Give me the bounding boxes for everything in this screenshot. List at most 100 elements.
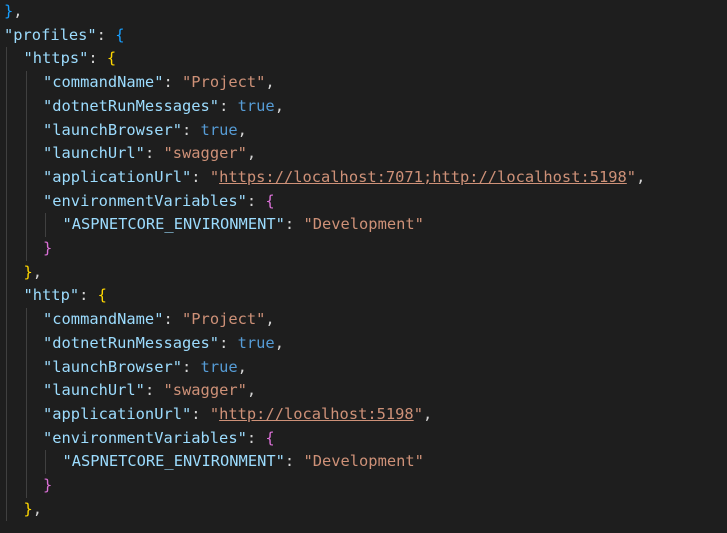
code-line[interactable]: "applicationUrl": "http://localhost:5198… (43, 403, 432, 427)
code-token: { (97, 286, 107, 305)
url-link[interactable]: https://localhost:7071;http://localhost:… (219, 168, 627, 186)
code-token: } (23, 499, 33, 518)
code-token: "ASPNETCORE_ENVIRONMENT" (62, 452, 285, 471)
code-token: } (43, 476, 53, 494)
code-token: "commandName" (43, 73, 164, 92)
code-line[interactable]: "launchBrowser": true, (43, 356, 247, 380)
code-token: { (265, 428, 275, 447)
code-token: "applicationUrl" (43, 167, 192, 186)
code-token: } (23, 262, 33, 281)
code-token: , (237, 120, 247, 139)
code-token: : (191, 404, 210, 423)
code-token: "dotnetRunMessages" (43, 96, 220, 115)
code-token: "environmentVariables" (43, 191, 247, 210)
code-token: "swagger" (163, 144, 247, 163)
code-line[interactable]: } (43, 237, 52, 261)
code-token: : (163, 310, 183, 329)
code-token: : (144, 144, 164, 163)
code-token: : (219, 333, 238, 352)
code-token: " (626, 167, 637, 186)
code-line[interactable]: }, (24, 498, 43, 522)
code-token: : (284, 452, 304, 471)
code-token: true (237, 96, 275, 115)
code-line[interactable]: "commandName": "Project", (43, 71, 275, 95)
code-token: "applicationUrl" (43, 404, 192, 423)
code-token: , (13, 2, 23, 20)
code-token: : (163, 73, 183, 92)
code-token: "profiles" (4, 25, 97, 44)
code-line[interactable]: "environmentVariables": { (43, 427, 275, 451)
code-token: true (200, 120, 238, 139)
code-token: "launchUrl" (43, 381, 145, 400)
code-token: true (237, 333, 275, 352)
code-token: "launchUrl" (43, 144, 145, 163)
code-token: "Project" (182, 73, 266, 92)
code-token: "launchBrowser" (43, 120, 182, 139)
code-line[interactable]: "applicationUrl": "https://localhost:707… (43, 166, 645, 190)
indent-guide (25, 71, 27, 261)
code-token: : (284, 215, 304, 234)
code-token: "ASPNETCORE_ENVIRONMENT" (62, 215, 285, 234)
code-token: "swagger" (163, 381, 247, 400)
code-token: , (32, 499, 43, 518)
code-token: { (115, 25, 125, 44)
code-line[interactable]: "commandName": "Project", (43, 308, 275, 332)
code-line[interactable]: }, (4, 0, 23, 24)
code-token: , (237, 357, 247, 376)
indent-guide (6, 47, 7, 522)
code-token: } (43, 239, 53, 257)
code-line[interactable]: "ASPNETCORE_ENVIRONMENT": "Development" (63, 450, 424, 474)
code-token: " (413, 404, 423, 423)
indent-guide (25, 308, 27, 498)
code-line[interactable]: "profiles": { (4, 24, 125, 48)
code-token: , (422, 404, 433, 423)
code-editor[interactable]: }, "profiles": {"https": {"commandName": … (0, 0, 727, 533)
code-token: : (88, 49, 107, 68)
code-token: "dotnetRunMessages" (43, 333, 220, 352)
code-line[interactable]: "launchUrl": "swagger", (43, 379, 256, 403)
code-token: : (182, 120, 201, 139)
code-line[interactable]: "dotnetRunMessages": true, (43, 95, 284, 119)
code-token: "https" (23, 49, 89, 68)
code-token: , (246, 381, 257, 400)
code-token: : (219, 96, 238, 115)
code-line[interactable]: "https": { (24, 47, 117, 71)
code-line[interactable]: "http": { (24, 284, 107, 308)
code-token: : (191, 167, 210, 186)
code-line[interactable]: "ASPNETCORE_ENVIRONMENT": "Development" (63, 213, 424, 237)
code-token: "environmentVariables" (43, 428, 247, 447)
code-line[interactable]: "launchBrowser": true, (43, 119, 247, 143)
code-token: : (144, 381, 164, 400)
code-token: : (182, 357, 201, 376)
code-token: : (79, 286, 98, 305)
code-line[interactable]: "launchUrl": "swagger", (43, 142, 256, 166)
code-token: "http" (23, 286, 80, 305)
code-token: , (265, 310, 275, 329)
code-token: , (32, 262, 43, 281)
indent-guide (45, 213, 46, 237)
code-token: "Development" (303, 215, 424, 234)
code-line[interactable]: "dotnetRunMessages": true, (43, 332, 284, 356)
code-token: , (274, 96, 284, 115)
url-link[interactable]: http://localhost:5198 (219, 405, 414, 423)
code-token: "launchBrowser" (43, 357, 182, 376)
code-line[interactable]: } (43, 474, 52, 498)
code-token: : (246, 191, 266, 210)
code-token: { (106, 49, 117, 68)
code-token: true (200, 357, 238, 376)
code-token: "commandName" (43, 310, 164, 329)
code-line[interactable]: "environmentVariables": { (43, 190, 275, 214)
code-token: : (246, 428, 266, 447)
code-token: , (265, 73, 275, 92)
indent-guide (45, 450, 46, 474)
code-token: "Project" (182, 310, 266, 329)
code-token: { (265, 191, 275, 210)
code-token: , (246, 144, 257, 163)
code-token: , (636, 167, 646, 186)
code-token: } (4, 2, 14, 20)
code-token: "Development" (303, 452, 424, 471)
code-line[interactable]: }, (24, 261, 43, 285)
code-token: , (274, 333, 284, 352)
code-token: : (96, 25, 116, 44)
code-token: " (209, 167, 220, 186)
